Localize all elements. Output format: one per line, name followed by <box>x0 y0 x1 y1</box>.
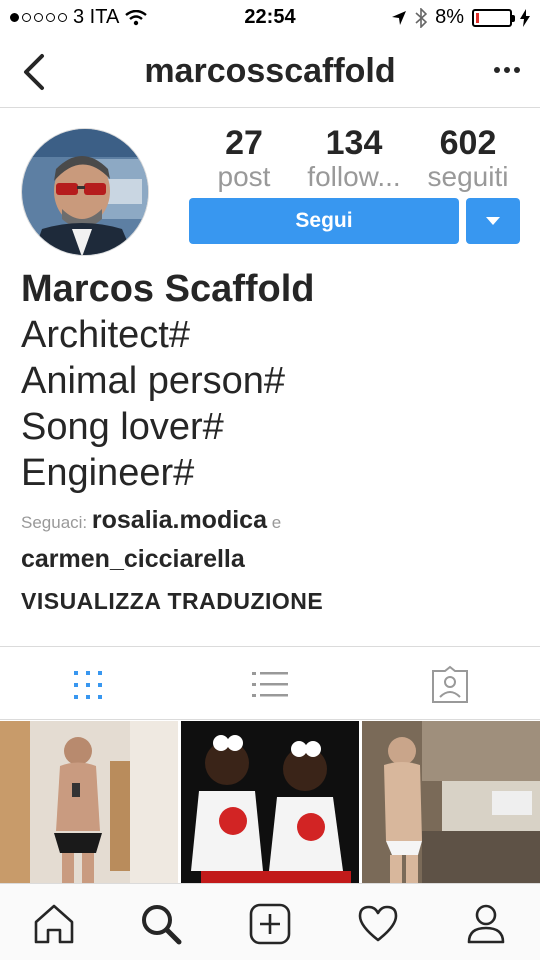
follower-link-2[interactable]: carmen_cicciarella <box>21 545 245 573</box>
charging-bolt-icon <box>520 8 530 27</box>
followers-number: 134 <box>325 124 383 162</box>
more-options-icon[interactable] <box>492 58 522 82</box>
profile-avatar[interactable] <box>21 128 149 256</box>
bio-line: Song lover# <box>21 406 224 448</box>
followers-count[interactable]: 134 follow... <box>298 124 410 192</box>
bio-line: Architect# <box>21 314 190 356</box>
following-number: 602 <box>439 124 497 162</box>
following-label: seguiti <box>427 161 509 192</box>
avatar-image <box>22 129 148 255</box>
follower-link-1[interactable]: rosalia.modica <box>92 506 267 534</box>
posts-label: post <box>217 161 271 192</box>
follow-button[interactable]: Segui <box>189 198 459 244</box>
search-icon[interactable] <box>139 902 183 946</box>
bluetooth-icon <box>415 7 428 28</box>
post-thumbnail[interactable] <box>0 721 178 883</box>
profile-view-tabs <box>0 646 540 720</box>
followers-conjunction: e <box>271 513 282 532</box>
list-view-icon[interactable] <box>250 665 290 705</box>
followers-prefix: Seguaci: <box>21 513 88 532</box>
profile-icon[interactable] <box>464 902 508 946</box>
post-image <box>0 721 178 883</box>
post-image <box>181 721 359 883</box>
home-icon[interactable] <box>32 902 76 946</box>
posts-number: 27 <box>225 124 263 162</box>
bottom-navigation <box>0 883 540 960</box>
battery-icon <box>472 8 515 27</box>
post-thumbnail[interactable] <box>181 721 359 883</box>
bio-line: Animal person# <box>21 360 286 402</box>
post-image <box>362 721 540 883</box>
status-bar: 3 ITA 22:54 8% <box>0 0 540 36</box>
status-right: 8% <box>391 6 530 29</box>
grid-view-icon[interactable] <box>68 665 108 705</box>
profile-bio: Architect# Animal person# Song lover# En… <box>21 312 285 496</box>
tagged-photos-icon[interactable] <box>430 665 470 705</box>
profile-stats: 27 post 134 follow... 602 seguiti <box>200 124 520 194</box>
mutual-followers: Seguaci: rosalia.modica e carmen_cicciar… <box>21 502 521 580</box>
suggestions-dropdown-button[interactable] <box>466 198 520 244</box>
top-navigation: marcosscaffold <box>0 36 540 108</box>
following-count[interactable]: 602 seguiti <box>416 124 520 192</box>
posts-grid <box>0 721 540 883</box>
activity-heart-icon[interactable] <box>356 902 400 946</box>
profile-full-name: Marcos Scaffold <box>21 268 315 310</box>
username-title: marcosscaffold <box>144 52 396 90</box>
battery-percentage: 8% <box>435 6 464 28</box>
add-post-icon[interactable] <box>248 902 292 946</box>
posts-count[interactable]: 27 post <box>200 124 288 192</box>
chevron-down-icon <box>486 217 500 225</box>
followers-label: follow... <box>307 161 401 192</box>
bio-line: Engineer# <box>21 452 195 494</box>
view-translation-link[interactable]: VISUALIZZA TRADUZIONE <box>21 588 323 615</box>
location-arrow-icon <box>392 10 407 25</box>
post-thumbnail[interactable] <box>362 721 540 883</box>
